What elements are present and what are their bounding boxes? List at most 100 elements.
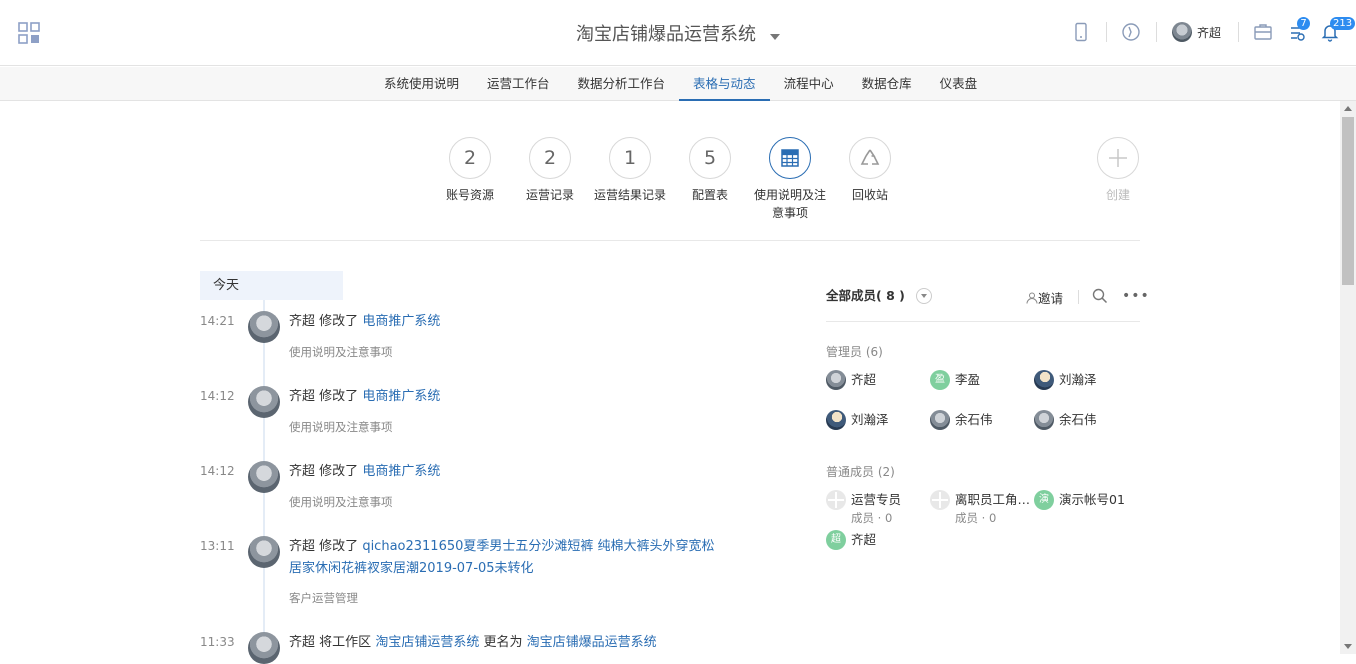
- avatar[interactable]: [248, 461, 280, 493]
- avatar: [1172, 22, 1192, 42]
- member-item[interactable]: 超 齐超: [826, 530, 876, 550]
- scrollbar-thumb[interactable]: [1342, 117, 1354, 285]
- tab-data-analysis[interactable]: 数据分析工作台: [564, 67, 680, 101]
- member-item[interactable]: 余石伟: [930, 410, 993, 430]
- role-name: 离职员工角…: [955, 492, 1031, 507]
- activity-user[interactable]: 齐超: [289, 314, 315, 329]
- activity-target-link[interactable]: 电商推广系统: [362, 464, 440, 479]
- chevron-down-icon[interactable]: [916, 288, 932, 304]
- tile-label: 配置表: [691, 188, 728, 202]
- activity-old-name-link[interactable]: 淘宝店铺运营系统: [375, 635, 479, 650]
- workspace-title[interactable]: 淘宝店铺爆品运营系统: [576, 20, 756, 46]
- activity-text: 齐超 将工作区 淘宝店铺运营系统 更名为 淘宝店铺爆品运营系统: [289, 632, 739, 654]
- plus-icon: [1109, 149, 1127, 167]
- activity-verb: 将工作区: [319, 635, 372, 650]
- activity-user[interactable]: 齐超: [289, 635, 315, 650]
- scroll-up-icon[interactable]: [1344, 106, 1352, 111]
- members-title[interactable]: 全部成员( 8 ): [826, 288, 905, 303]
- clock-icon[interactable]: [1121, 22, 1141, 42]
- activity-target-link[interactable]: 电商推广系统: [362, 389, 440, 404]
- tile-label: 运营结果记录: [593, 188, 666, 202]
- activity-source[interactable]: 使用说明及注意事项: [289, 494, 393, 510]
- member-name: 刘瀚泽: [851, 412, 889, 427]
- member-item[interactable]: 刘瀚泽: [1034, 370, 1097, 390]
- activity-source[interactable]: 使用说明及注意事项: [289, 344, 393, 360]
- tile-ops-results[interactable]: 1 运营结果记录: [590, 137, 670, 204]
- member-item[interactable]: 演 演示帐号01: [1034, 490, 1125, 510]
- activity-verb: 修改了: [319, 539, 359, 554]
- module-nav: 系统使用说明 运营工作台 数据分析工作台 表格与动态 流程中心 数据仓库 仪表盘: [0, 67, 1356, 101]
- activity-text: 齐超 修改了 qichao2311650夏季男士五分沙滩短裤 纯棉大裤头外穿宽松…: [289, 536, 729, 580]
- tile-account-resources[interactable]: 2 账号资源: [430, 137, 510, 204]
- avatar[interactable]: [248, 386, 280, 418]
- tab-system-guide[interactable]: 系统使用说明: [370, 67, 473, 101]
- avatar[interactable]: [248, 632, 280, 664]
- role-item[interactable]: 运营专员 成员 · 0: [826, 490, 902, 525]
- activity-source[interactable]: 使用说明及注意事项: [289, 419, 393, 435]
- tile-ops-records[interactable]: 2 运营记录: [510, 137, 590, 204]
- activity-user[interactable]: 齐超: [289, 539, 315, 554]
- avatar[interactable]: [248, 311, 280, 343]
- avatar: [1034, 410, 1054, 430]
- briefcase-icon[interactable]: [1253, 22, 1273, 42]
- member-name: 刘瀚泽: [1059, 372, 1097, 387]
- tile-icon-circle: [769, 137, 811, 179]
- tile-create[interactable]: 创建: [1078, 137, 1158, 204]
- search-icon[interactable]: [1092, 288, 1108, 304]
- tab-data-warehouse[interactable]: 数据仓库: [848, 67, 926, 101]
- avatar: [930, 410, 950, 430]
- tab-ops-workbench[interactable]: 运营工作台: [473, 67, 564, 101]
- tab-tables-activity[interactable]: 表格与动态: [679, 67, 770, 101]
- tile-config-table[interactable]: 5 配置表: [670, 137, 750, 204]
- page-scrollbar[interactable]: [1340, 101, 1356, 654]
- member-name: 齐超: [851, 532, 877, 547]
- tasks-badge: 7: [1297, 17, 1310, 30]
- mobile-icon[interactable]: [1071, 22, 1091, 42]
- tile-count: 5: [689, 137, 731, 179]
- role-count: 成员 · 0: [955, 511, 997, 525]
- member-item[interactable]: 刘瀚泽: [826, 410, 889, 430]
- members-count: ( 8 ): [876, 288, 905, 303]
- member-name: 余石伟: [1059, 412, 1097, 427]
- tile-recycle-bin[interactable]: 回收站: [830, 137, 910, 204]
- user-menu[interactable]: 齐超: [1172, 22, 1221, 42]
- activity-source[interactable]: 客户运营管理: [289, 590, 358, 606]
- role-name: 运营专员: [851, 492, 902, 507]
- more-icon[interactable]: •••: [1122, 288, 1150, 304]
- role-item[interactable]: 离职员工角… 成员 · 0: [930, 490, 1031, 525]
- member-item[interactable]: 盈 李盈: [930, 370, 980, 390]
- activity-text: 齐超 修改了 电商推广系统: [289, 311, 739, 333]
- tile-label: 回收站: [851, 188, 888, 202]
- tasks-button[interactable]: 7: [1287, 17, 1310, 42]
- tab-workflow[interactable]: 流程中心: [770, 67, 848, 101]
- table-icon: [781, 149, 799, 167]
- notifications-button[interactable]: 213: [1320, 17, 1356, 42]
- member-item[interactable]: 齐超: [826, 370, 876, 390]
- activity-user[interactable]: 齐超: [289, 464, 315, 479]
- activity-user[interactable]: 齐超: [289, 389, 315, 404]
- activity-verb: 更名为: [483, 635, 523, 650]
- divider: [826, 321, 1140, 322]
- scroll-down-icon[interactable]: [1344, 644, 1352, 649]
- regular-section-label: 普通成员 (2): [826, 465, 895, 479]
- tile-usage-notes[interactable]: 使用说明及注意事项: [750, 137, 830, 222]
- separator: [1078, 290, 1079, 304]
- tab-dashboard[interactable]: 仪表盘: [926, 67, 992, 101]
- activity-new-name-link[interactable]: 淘宝店铺爆品运营系统: [527, 635, 657, 650]
- avatar: 超: [826, 530, 846, 550]
- activity-verb: 修改了: [319, 464, 359, 479]
- avatar: [826, 370, 846, 390]
- timeline-group-label: 今天: [200, 271, 343, 300]
- member-item[interactable]: 余石伟: [1034, 410, 1097, 430]
- members-header: 全部成员( 8 ) 邀请 •••: [826, 284, 1149, 308]
- invite-button[interactable]: 邀请: [1026, 288, 1063, 307]
- title-dropdown-icon[interactable]: [770, 33, 780, 40]
- members-title-text: 全部成员: [826, 288, 877, 303]
- user-plus-icon: [1026, 292, 1038, 304]
- separator: [1156, 22, 1157, 42]
- tile-icon-circle: [1097, 137, 1139, 179]
- member-name: 齐超: [851, 372, 877, 387]
- activity-target-link[interactable]: 电商推广系统: [362, 314, 440, 329]
- role-count: 成员 · 0: [851, 511, 893, 525]
- avatar[interactable]: [248, 536, 280, 568]
